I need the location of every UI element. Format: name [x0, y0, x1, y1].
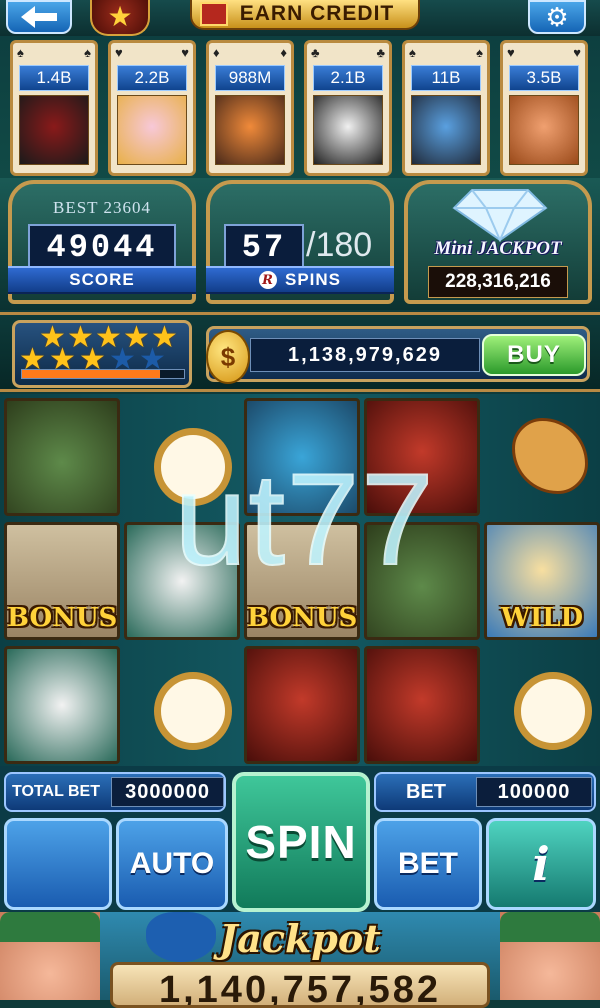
coin-balance: 1,138,979,629	[250, 338, 480, 372]
watermark-text: ut77	[173, 445, 436, 593]
card-suit-icon: ♠	[17, 45, 24, 60]
friend-card[interactable]: ♠ ♠ 1.4B	[10, 40, 98, 176]
avatar	[411, 95, 481, 165]
score-panel: BEST 23604 49044 SCORE	[8, 180, 196, 304]
friend-coin-amount: 3.5B	[509, 65, 579, 91]
cheshire-cat-icon	[146, 912, 216, 962]
card-suit-icon: ♦	[280, 45, 287, 60]
info-icon: i	[532, 837, 550, 891]
bonus-label: BONUS	[7, 603, 118, 633]
spins-total: /180	[306, 226, 373, 264]
best-label: BEST	[52, 198, 99, 217]
mini-jackpot-panel: Mini JACKPOT 228,316,216	[404, 180, 592, 304]
total-bet-value: 3000000	[111, 777, 224, 807]
symbol-white-rabbit	[4, 646, 120, 764]
buy-button[interactable]: BUY	[482, 334, 586, 376]
blank-button[interactable]	[4, 818, 112, 910]
friend-coin-amount: 2.2B	[117, 65, 187, 91]
symbol-hatter	[4, 398, 120, 516]
card-suit-icon: ♦	[213, 45, 220, 60]
level-stars: ★ ★ ★ ★ ★ ★ ★ ★ ★ ★	[12, 320, 192, 388]
avatar	[117, 95, 187, 165]
card-suit-icon: ♥	[507, 45, 515, 60]
avatar	[313, 95, 383, 165]
friend-coin-amount: 988M	[215, 65, 285, 91]
friend-card[interactable]: ♥ ♥ 2.2B	[108, 40, 196, 176]
spins-label: SPINS	[284, 270, 342, 289]
friend-coin-amount: 11B	[411, 65, 481, 91]
gift-icon	[200, 2, 228, 26]
pig-hat-right	[500, 912, 600, 942]
spins-panel: 57 /180 R SPINS	[206, 180, 394, 304]
wild-label: WILD	[500, 603, 584, 633]
star-icon: ★	[107, 1, 133, 32]
symbol-red-queen	[364, 646, 480, 764]
symbol-wild-alice: WILD	[484, 522, 600, 640]
card-suit-icon: ♥	[181, 45, 189, 60]
symbol-butterfly	[484, 398, 600, 516]
level-star-badge[interactable]: ★	[90, 0, 150, 36]
bet-button[interactable]: BET	[374, 818, 482, 910]
diamond-icon	[452, 189, 548, 242]
clock-icon	[154, 672, 232, 750]
spin-button[interactable]: SPIN	[232, 772, 370, 912]
avatar	[509, 95, 579, 165]
friend-coin-amount: 1.4B	[19, 65, 89, 91]
best-value: 23604	[103, 198, 151, 217]
mini-jackpot-value: 228,316,216	[428, 266, 568, 298]
avatar	[215, 95, 285, 165]
bet-label: BET	[406, 780, 446, 803]
coin-icon: $	[206, 330, 250, 384]
symbol-pocket-watch	[484, 646, 600, 764]
back-arrow-icon	[21, 6, 57, 28]
bet-box: BET 100000	[374, 772, 596, 812]
card-suit-icon: ♣	[311, 45, 320, 60]
earn-credit-label: EARN CREDIT	[239, 2, 395, 25]
bonus-label: BONUS	[247, 603, 358, 633]
score-value: 49044	[28, 224, 176, 270]
gear-icon: ⚙	[545, 1, 569, 32]
avatar	[19, 95, 89, 165]
card-suit-icon: ♠	[409, 45, 416, 60]
symbol-pocket-watch	[124, 646, 240, 764]
xp-progress-bar	[21, 369, 185, 379]
jackpot-value: 1,140,757,582	[110, 962, 490, 1008]
card-suit-icon: ♥	[573, 45, 581, 60]
friend-card[interactable]: ♥ ♥ 3.5B	[500, 40, 588, 176]
bet-value: 100000	[476, 777, 592, 807]
info-button[interactable]: i	[486, 818, 596, 910]
score-label: SCORE	[8, 266, 196, 294]
pig-hat-left	[0, 912, 100, 942]
total-bet-label: TOTAL BET	[12, 783, 100, 800]
friend-card[interactable]: ♦ ♦ 988M	[206, 40, 294, 176]
total-bet-box: TOTAL BET 3000000	[4, 772, 226, 812]
friend-coin-amount: 2.1B	[313, 65, 383, 91]
card-suit-icon: ♠	[476, 45, 483, 60]
spins-current: 57	[224, 224, 304, 270]
xp-progress-fill	[22, 370, 160, 378]
friend-card[interactable]: ♣ ♣ 2.1B	[304, 40, 392, 176]
card-suit-icon: ♣	[376, 45, 385, 60]
spins-ribbon: R SPINS	[206, 266, 394, 294]
card-suit-icon: ♥	[115, 45, 123, 60]
symbol-red-queen	[244, 646, 360, 764]
back-button[interactable]	[6, 0, 72, 34]
clock-icon	[514, 672, 592, 750]
settings-button[interactable]: ⚙	[528, 0, 586, 34]
card-suit-icon: ♠	[84, 45, 91, 60]
mini-jackpot-title: Mini JACKPOT	[434, 238, 562, 259]
r-logo-icon: R	[258, 271, 277, 289]
auto-button[interactable]: AUTO	[116, 818, 228, 910]
friend-card[interactable]: ♠ ♠ 11B	[402, 40, 490, 176]
jackpot-title: Jackpot	[219, 915, 381, 961]
symbol-bonus-soldiers: BONUS	[4, 522, 120, 640]
